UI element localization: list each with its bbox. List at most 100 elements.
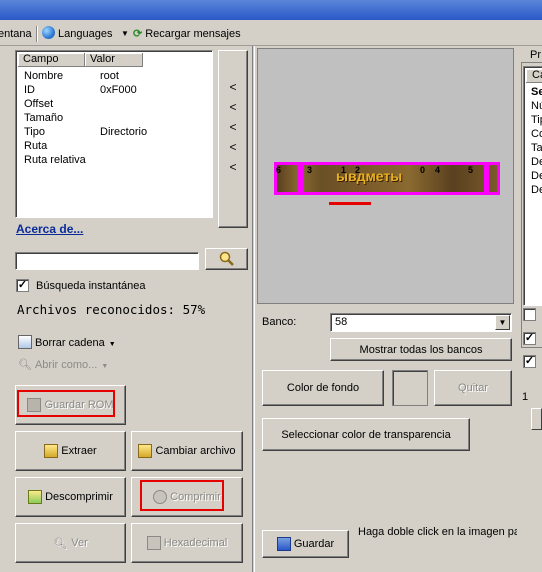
right-pane-frame: Ca Se Nú Tip Co Ta De De De bbox=[521, 62, 542, 348]
chevron-down-icon[interactable]: ▼ bbox=[121, 26, 129, 42]
option-checkbox[interactable] bbox=[523, 308, 536, 321]
document-icon bbox=[18, 335, 32, 349]
hex-icon bbox=[146, 536, 161, 550]
right-list-item[interactable]: Tip bbox=[531, 113, 542, 127]
search-input[interactable] bbox=[15, 252, 199, 270]
move-left-button[interactable]: < bbox=[219, 157, 247, 177]
right-list-item[interactable]: Ta bbox=[531, 141, 542, 155]
property-field: Ruta bbox=[24, 140, 48, 152]
search-button[interactable] bbox=[205, 248, 248, 270]
menu-window[interactable]: entana bbox=[0, 26, 32, 42]
slider-thumb[interactable] bbox=[531, 408, 542, 430]
bank-select-value: 58 bbox=[335, 316, 348, 328]
property-row[interactable]: Tipo Directorio bbox=[24, 125, 147, 139]
right-list-item[interactable]: Co bbox=[531, 127, 542, 141]
move-left-button[interactable]: < bbox=[219, 137, 247, 157]
right-list-item[interactable]: De bbox=[531, 169, 542, 183]
sprite-number: 1 bbox=[341, 165, 347, 175]
delete-string-dropdown[interactable]: Borrar cadena ▼ bbox=[18, 335, 116, 349]
extract-label: Extraer bbox=[61, 445, 97, 457]
instant-search-checkbox[interactable]: ✓ bbox=[16, 279, 29, 292]
right-listview[interactable]: Ca Se Nú Tip Co Ta De De De bbox=[523, 66, 542, 306]
menu-reload-label: Recargar mensajes bbox=[145, 28, 241, 40]
show-all-banks-button[interactable]: Mostrar todas los bancos bbox=[330, 338, 512, 361]
right-pane-header: Pr bbox=[530, 49, 541, 61]
right-pane: Pr Ca Se Nú Tip Co Ta De De De ✓ ✓ 1 bbox=[517, 46, 542, 572]
highlight-box bbox=[17, 390, 115, 417]
right-list-item[interactable]: De bbox=[531, 183, 542, 197]
property-field: ID bbox=[24, 84, 35, 96]
slider-value: 1 bbox=[522, 391, 529, 403]
hint-text: Haga doble click en la imagen para ver bbox=[358, 526, 542, 538]
column-header-value[interactable]: Valor bbox=[85, 53, 143, 67]
property-field: Offset bbox=[24, 98, 54, 110]
extract-button[interactable]: Extraer bbox=[15, 431, 126, 471]
property-row[interactable]: Nombre root bbox=[24, 69, 119, 83]
refresh-icon: ⟳ bbox=[133, 28, 143, 40]
globe-icon bbox=[42, 26, 55, 39]
menu-bar: entana Languages ▼ ⟳ Recargar mensajes bbox=[0, 22, 542, 46]
change-file-label: Cambiar archivo bbox=[155, 445, 236, 457]
bank-label: Banco: bbox=[262, 316, 297, 328]
hex-button[interactable]: Hexadecimal bbox=[131, 523, 243, 563]
view-button[interactable]: 🔍︎ Ver bbox=[15, 523, 126, 563]
instant-search-label: Búsqueda instantánea bbox=[36, 280, 146, 292]
option-checkbox[interactable]: ✓ bbox=[523, 332, 536, 345]
column-header-field[interactable]: Campo bbox=[18, 53, 85, 67]
sprite-number: 5 bbox=[468, 165, 474, 175]
sprite-gap bbox=[297, 165, 303, 192]
right-list-item[interactable]: Nú bbox=[531, 99, 542, 113]
sprite-number: 0 bbox=[420, 165, 426, 175]
decompress-button[interactable]: Descomprimir bbox=[15, 477, 126, 517]
property-field: Tipo bbox=[24, 126, 45, 138]
move-left-button[interactable]: < bbox=[219, 77, 247, 97]
sprite-strip[interactable]: ывдметы 6 3 1 2 0 4 5 bbox=[274, 162, 500, 195]
right-list-item[interactable]: Se bbox=[531, 85, 542, 99]
window-titlebar bbox=[0, 0, 542, 20]
chevron-down-icon: ▼ bbox=[108, 341, 116, 348]
remove-color-button[interactable]: Quitar bbox=[434, 370, 512, 406]
option-checkbox[interactable]: ✓ bbox=[523, 355, 536, 368]
properties-listview[interactable]: Campo Valor Nombre root ID 0xF000 Offset T… bbox=[15, 50, 213, 218]
open-as-dropdown[interactable]: 🔍︎ Abrir como... ▼ bbox=[18, 358, 108, 371]
delete-string-label: Borrar cadena bbox=[35, 337, 105, 349]
open-as-label: Abrir como... bbox=[34, 359, 98, 371]
property-row[interactable]: Ruta relativa bbox=[24, 153, 86, 167]
color-swatch[interactable] bbox=[392, 370, 428, 406]
property-value: root bbox=[100, 70, 119, 82]
save-image-button[interactable]: Guardar bbox=[262, 530, 349, 558]
about-link[interactable]: Acerca de... bbox=[16, 222, 83, 236]
right-column-header[interactable]: Ca bbox=[526, 69, 542, 83]
view-label: Ver bbox=[71, 537, 88, 549]
property-row[interactable]: Ruta bbox=[24, 139, 47, 153]
magnifier-icon: 🔍︎ bbox=[53, 537, 68, 550]
property-field: Ruta relativa bbox=[24, 154, 86, 166]
pane-splitter[interactable] bbox=[252, 46, 255, 572]
property-field: Nombre bbox=[24, 70, 64, 82]
right-list-item[interactable]: De bbox=[531, 155, 542, 169]
bank-select[interactable]: 58 ▼ bbox=[330, 313, 512, 332]
property-row[interactable]: ID 0xF000 bbox=[24, 83, 137, 97]
transparency-color-button[interactable]: Seleccionar color de transparencia bbox=[262, 418, 470, 451]
image-preview-panel[interactable]: ывдметы 6 3 1 2 0 4 5 bbox=[257, 48, 514, 304]
change-file-button[interactable]: Cambiar archivo bbox=[131, 431, 243, 471]
move-left-button[interactable]: < bbox=[219, 117, 247, 137]
chevron-down-icon: ▼ bbox=[101, 363, 109, 370]
floppy-icon bbox=[276, 537, 291, 551]
background-color-button[interactable]: Color de fondo bbox=[262, 370, 384, 406]
hex-label: Hexadecimal bbox=[163, 537, 228, 549]
highlight-box bbox=[140, 480, 224, 511]
menu-languages-label: Languages bbox=[58, 28, 113, 40]
menu-reload-messages[interactable]: ⟳ Recargar mensajes bbox=[133, 26, 241, 42]
property-row[interactable]: Offset bbox=[24, 97, 53, 111]
property-row[interactable]: Tamaño bbox=[24, 111, 63, 125]
menu-languages[interactable]: Languages bbox=[42, 26, 112, 42]
property-value: Directorio bbox=[100, 126, 148, 138]
sprite-gap bbox=[484, 165, 489, 192]
sprite-number: 2 bbox=[355, 165, 361, 175]
magnifier-icon bbox=[219, 251, 234, 266]
chevron-down-icon[interactable]: ▼ bbox=[495, 315, 510, 330]
move-left-button[interactable]: < bbox=[219, 97, 247, 117]
folder-icon bbox=[44, 444, 59, 458]
magnifier-icon: 🔍︎ bbox=[18, 359, 32, 371]
